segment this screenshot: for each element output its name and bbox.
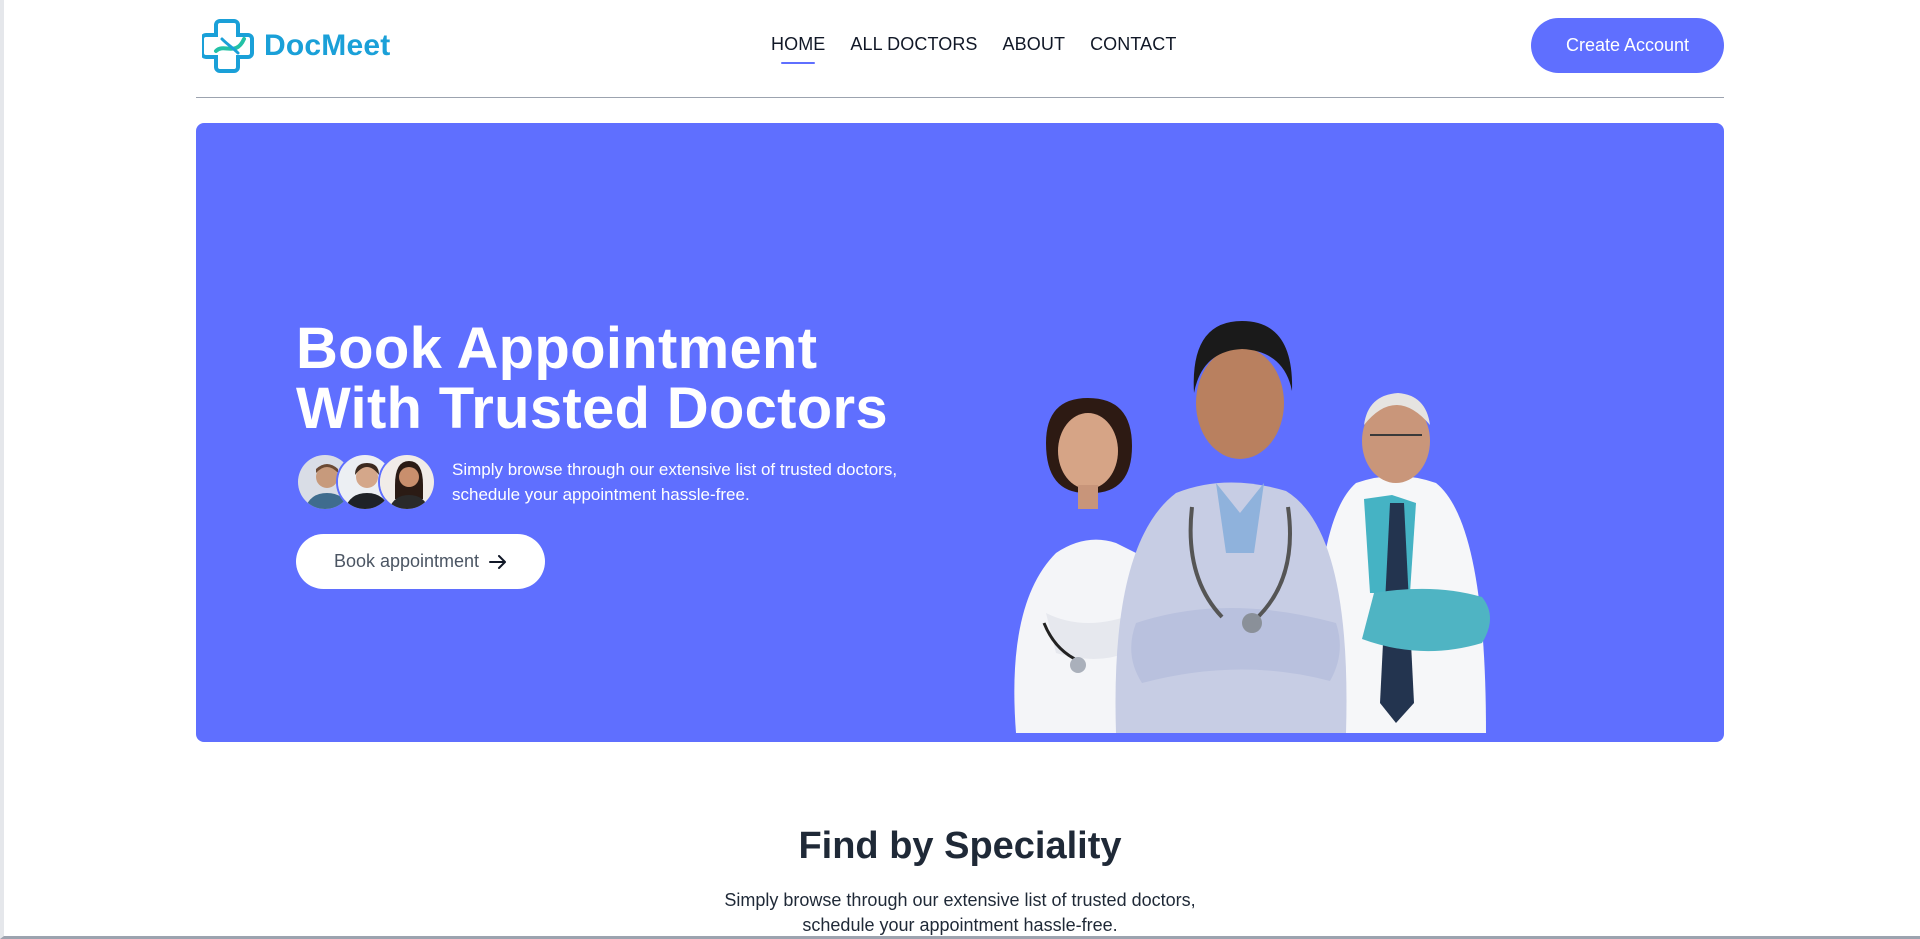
hero-description-line-1: Simply browse through our extensive list… — [452, 460, 898, 479]
speciality-description-line-2: schedule your appointment hassle-free. — [802, 915, 1118, 935]
hero-profile-row: Simply browse through our extensive list… — [296, 453, 897, 511]
navbar: DocMeet HOME ALL DOCTORS ABOUT CONTACT C… — [196, 0, 1724, 98]
speciality-description-line-1: Simply browse through our extensive list… — [724, 890, 1196, 910]
hero-description: Simply browse through our extensive list… — [452, 457, 897, 507]
speciality-section: Find by Speciality Simply browse through… — [0, 820, 1920, 938]
hero-description-line-2: schedule your appointment hassle-free. — [452, 485, 750, 504]
hero-banner: Book Appointment With Trusted Doctors Si… — [196, 123, 1724, 742]
nav-contact[interactable]: CONTACT — [1090, 34, 1176, 55]
main-nav: HOME ALL DOCTORS ABOUT CONTACT — [771, 34, 1176, 64]
arrow-right-icon — [489, 554, 507, 569]
logo-text: DocMeet — [264, 29, 391, 62]
nav-about[interactable]: ABOUT — [1003, 34, 1066, 55]
book-appointment-label: Book appointment — [333, 551, 480, 571]
doctor-man-center-figure — [1115, 321, 1347, 733]
nav-home[interactable]: HOME — [771, 34, 825, 64]
hero-title-line-2: With Trusted Doctors — [296, 376, 888, 441]
avatar — [378, 453, 436, 511]
avatar-group — [296, 453, 436, 511]
create-account-button[interactable]: Create Account — [1531, 18, 1724, 73]
hero-title-line-1: Book Appointment — [296, 316, 818, 381]
logo[interactable]: DocMeet — [202, 17, 390, 75]
medical-cross-logo-icon — [202, 19, 254, 73]
book-appointment-button[interactable]: Book appointment — [296, 534, 545, 589]
speciality-title: Find by Speciality — [798, 825, 1122, 867]
nav-all-doctors[interactable]: ALL DOCTORS — [850, 34, 977, 55]
hero-title: Book Appointment With Trusted Doctors — [296, 319, 888, 439]
speciality-description: Simply browse through our extensive list… — [0, 888, 1920, 938]
doctors-group-image — [1014, 321, 1490, 733]
